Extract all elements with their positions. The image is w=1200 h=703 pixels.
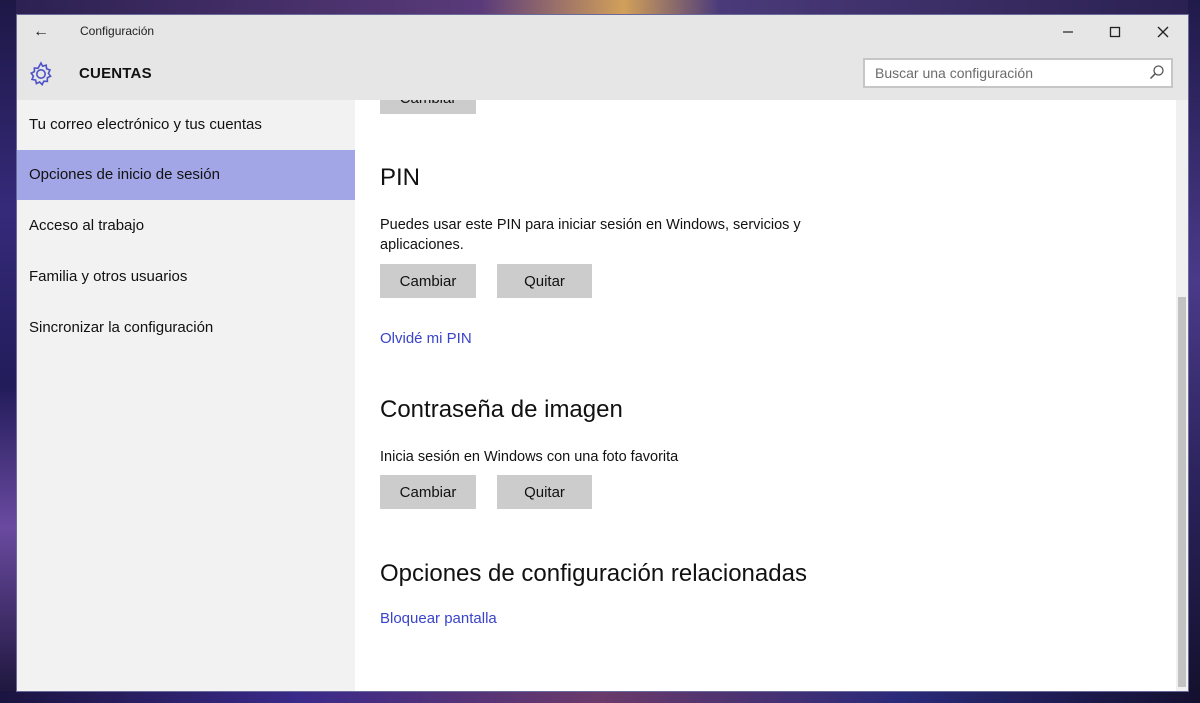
desktop-wallpaper-right	[1188, 0, 1200, 703]
scrollbar-thumb[interactable]	[1178, 297, 1186, 687]
settings-window: ← Configuración CUENTAS Tu corre	[17, 15, 1188, 691]
pin-description: Puedes usar este PIN para iniciar sesión…	[380, 217, 801, 253]
picture-password-heading: Contraseña de imagen	[380, 396, 623, 423]
maximize-icon	[1109, 27, 1121, 38]
title-bar: ← Configuración	[17, 15, 1188, 48]
search-box[interactable]	[863, 58, 1173, 88]
desktop-wallpaper-bottom	[0, 691, 1200, 703]
lock-screen-link[interactable]: Bloquear pantalla	[380, 610, 497, 627]
sidebar-item-family-users[interactable]: Familia y otros usuarios	[17, 252, 355, 302]
sidebar-item-sync-settings[interactable]: Sincronizar la configuración	[17, 303, 355, 353]
minimize-icon	[1063, 31, 1073, 33]
desktop-wallpaper-top	[0, 0, 1200, 14]
password-change-button[interactable]: Cambiar	[380, 100, 476, 114]
sidebar: Tu correo electrónico y tus cuentas Opci…	[17, 100, 355, 691]
minimize-button[interactable]	[1045, 15, 1091, 48]
window-title: Configuración	[80, 24, 155, 38]
back-arrow-icon[interactable]: ←	[29, 21, 53, 43]
picture-password-remove-button[interactable]: Quitar	[497, 475, 592, 509]
sidebar-item-sign-in-options[interactable]: Opciones de inicio de sesión	[17, 150, 355, 200]
pin-remove-button[interactable]: Quitar	[497, 264, 592, 298]
search-icon[interactable]	[1149, 64, 1165, 80]
close-button[interactable]	[1140, 15, 1186, 48]
sidebar-item-work-access[interactable]: Acceso al trabajo	[17, 201, 355, 251]
picture-password-change-button[interactable]: Cambiar	[380, 475, 476, 509]
close-icon	[1157, 26, 1169, 38]
pin-heading: PIN	[380, 164, 421, 191]
sidebar-item-email-accounts[interactable]: Tu correo electrónico y tus cuentas	[17, 100, 355, 150]
search-input[interactable]	[865, 60, 1145, 86]
forgot-pin-link[interactable]: Olvidé mi PIN	[380, 330, 472, 347]
gear-icon	[29, 61, 52, 86]
desktop-wallpaper-left	[0, 0, 16, 703]
page-header: CUENTAS	[17, 48, 1188, 100]
vertical-scrollbar[interactable]	[1176, 100, 1188, 691]
main-content: Cambiar PIN Puedes usar este PIN para in…	[355, 100, 1176, 691]
pin-change-button[interactable]: Cambiar	[380, 264, 476, 298]
maximize-button[interactable]	[1092, 15, 1138, 48]
related-settings-heading: Opciones de configuración relacionadas	[380, 560, 807, 587]
page-title: CUENTAS	[79, 65, 152, 82]
picture-password-description: Inicia sesión en Windows con una foto fa…	[380, 449, 679, 465]
